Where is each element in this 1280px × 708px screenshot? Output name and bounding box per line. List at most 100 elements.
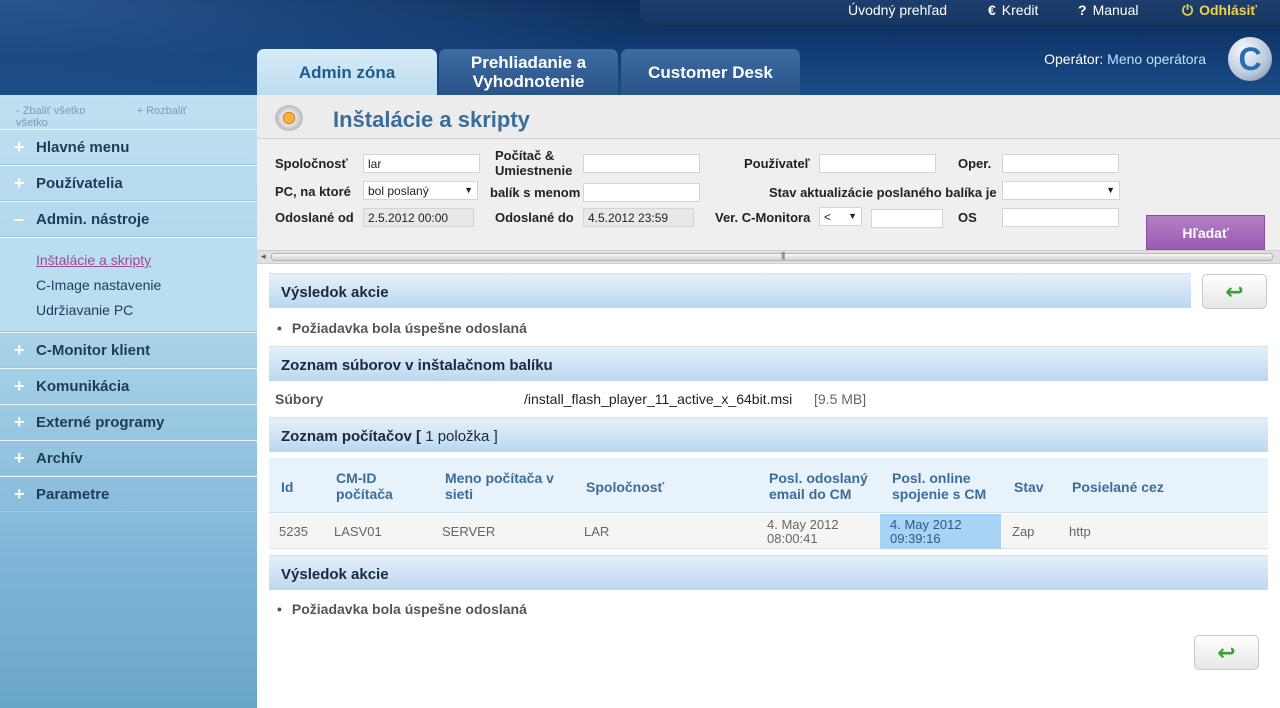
pc-location-input[interactable] bbox=[583, 154, 700, 173]
euro-icon: € bbox=[988, 2, 996, 18]
sidebar-subitem-c-image[interactable]: C-Image nastavenie bbox=[36, 273, 257, 298]
sidebar-item-users[interactable]: + Používatelia bbox=[0, 165, 257, 201]
col-status[interactable]: Stav bbox=[1014, 479, 1044, 495]
search-button[interactable]: Hľadať bbox=[1146, 215, 1265, 250]
back-arrow-icon: ↩ bbox=[1225, 278, 1244, 304]
scrollbar-thumb[interactable]: ||| bbox=[271, 251, 1273, 261]
result-message: Požiadavka bola úspešne odoslaná bbox=[277, 320, 527, 336]
result-message-bottom: Požiadavka bola úspešne odoslaná bbox=[277, 601, 527, 617]
tab-review-evaluation[interactable]: Prehliadanie a Vyhodnotenie bbox=[439, 49, 618, 95]
plus-icon: + bbox=[14, 483, 25, 504]
main-content: Inštalácie a skripty Spoločnosť lar Počí… bbox=[257, 95, 1280, 708]
topnav-credit-link[interactable]: € Kredit bbox=[988, 0, 1038, 22]
sidebar-item-label: Používatelia bbox=[36, 174, 123, 192]
collapse-all-link[interactable]: - Zbaliť všetko bbox=[16, 105, 110, 117]
app-header: Úvodný prehľad € Kredit ? Manual ⏻ Odhlásiť… bbox=[0, 0, 1280, 95]
sidebar-item-label: Externé programy bbox=[36, 413, 165, 431]
sidebar: - Zbaliť všetko + Rozbaliť všetko + Hlavn… bbox=[0, 95, 257, 708]
cmon-version-operator-select[interactable]: < bbox=[819, 207, 862, 226]
plus-icon: + bbox=[14, 339, 25, 360]
files-section-header: Zoznam súborov v inštalačnom balíku bbox=[269, 346, 1268, 381]
computers-count: 1 bbox=[425, 428, 434, 445]
col-cmid[interactable]: CM-ID počítača bbox=[336, 470, 416, 502]
cell-pc-name: SERVER bbox=[442, 524, 496, 539]
plus-icon: + bbox=[14, 411, 25, 432]
page-title: Inštalácie a skripty bbox=[333, 107, 530, 132]
credit-label: Kredit bbox=[1001, 2, 1039, 18]
result-section-header-bottom: Výsledok akcie bbox=[269, 555, 1268, 590]
tab-customer-desk[interactable]: Customer Desk bbox=[621, 49, 800, 95]
pc-which-label: PC, na ktoré bbox=[275, 184, 351, 199]
col-last-online[interactable]: Posl. online spojenie s CM bbox=[892, 470, 1002, 502]
sidebar-item-archive[interactable]: + Archív bbox=[0, 440, 257, 476]
sidebar-item-admin-tools[interactable]: – Admin. nástroje bbox=[0, 201, 257, 237]
plus-icon: + bbox=[14, 375, 25, 396]
company-input[interactable]: lar bbox=[363, 154, 480, 173]
package-input[interactable] bbox=[583, 183, 700, 202]
tab-admin-zone[interactable]: Admin zóna bbox=[257, 49, 437, 95]
sidebar-subitem-pc-maintenance[interactable]: Udržiavanie PC bbox=[36, 298, 257, 323]
sidebar-item-c-monitor-client[interactable]: + C-Monitor klient bbox=[0, 332, 257, 368]
plus-icon: + bbox=[14, 447, 25, 468]
operator-name[interactable]: Meno operátora bbox=[1107, 51, 1206, 67]
grip-icon: ||| bbox=[781, 251, 785, 260]
company-label: Spoločnosť bbox=[275, 156, 348, 171]
col-pc-name[interactable]: Meno počítača v sieti bbox=[445, 470, 570, 502]
pc-which-select[interactable]: bol poslaný bbox=[363, 181, 478, 200]
topnav-manual-link[interactable]: ? Manual bbox=[1078, 0, 1138, 22]
sidebar-tree-controls: - Zbaliť všetko + Rozbaliť všetko bbox=[0, 95, 257, 129]
plus-icon: + bbox=[14, 172, 25, 193]
file-name: /install_flash_player_11_active_x_64bit.… bbox=[524, 391, 793, 407]
back-arrow-icon: ↩ bbox=[1217, 639, 1236, 665]
minus-icon: – bbox=[14, 208, 25, 229]
sidebar-item-parameters[interactable]: + Parametre bbox=[0, 476, 257, 512]
top-nav: Úvodný prehľad € Kredit ? Manual ⏻ Odhlásiť bbox=[640, 0, 1280, 25]
cell-last-email: 4. May 2012 08:00:41 bbox=[767, 517, 839, 546]
cell-cmid: LASV01 bbox=[334, 524, 382, 539]
col-sent-via[interactable]: Posielané cez bbox=[1072, 479, 1164, 495]
filter-panel: Spoločnosť lar Počítač & Umiestnenie Pou… bbox=[257, 139, 1280, 254]
page-title-bar: Inštalácie a skripty bbox=[257, 95, 1280, 139]
sidebar-item-label: C-Monitor klient bbox=[36, 341, 151, 359]
back-button-top[interactable]: ↩ bbox=[1202, 274, 1267, 309]
app-logo: C bbox=[1228, 37, 1272, 81]
col-last-email[interactable]: Posl. odoslaný email do CM bbox=[769, 470, 879, 502]
package-label: balík s menom bbox=[490, 185, 581, 200]
table-row[interactable]: 5235 LASV01 SERVER LAR 4. May 2012 08:00… bbox=[269, 514, 1268, 549]
result-section-header: Výsledok akcie bbox=[269, 273, 1191, 308]
cell-status: Zap bbox=[1012, 524, 1035, 539]
sent-from-input[interactable]: 2.5.2012 00:00 bbox=[363, 208, 474, 227]
sidebar-item-label: Admin. nástroje bbox=[36, 210, 150, 228]
oper-input[interactable] bbox=[1002, 154, 1119, 173]
help-icon: ? bbox=[1078, 2, 1087, 18]
computers-title-prefix: Zoznam počítačov [ bbox=[281, 428, 426, 445]
sidebar-item-communication[interactable]: + Komunikácia bbox=[0, 368, 257, 404]
col-id[interactable]: Id bbox=[281, 479, 293, 495]
sidebar-item-external-programs[interactable]: + Externé programy bbox=[0, 404, 257, 440]
cmon-version-input[interactable] bbox=[871, 209, 943, 228]
sidebar-item-label: Hlavné menu bbox=[36, 138, 130, 156]
sidebar-subitem-installations[interactable]: Inštalácie a skripty bbox=[36, 248, 257, 273]
cell-company: LAR bbox=[584, 524, 610, 539]
filter-horizontal-scrollbar[interactable]: ◂ ||| bbox=[257, 250, 1280, 264]
computers-table-header: Id CM-ID počítača Meno počítača v sieti … bbox=[269, 458, 1268, 513]
update-status-select[interactable] bbox=[1002, 181, 1120, 200]
os-label: OS bbox=[958, 210, 977, 225]
cell-last-online: 4. May 2012 09:39:16 bbox=[890, 517, 962, 546]
col-company[interactable]: Spoločnosť bbox=[586, 479, 664, 495]
back-button-bottom[interactable]: ↩ bbox=[1194, 635, 1259, 670]
oper-label: Oper. bbox=[958, 156, 992, 171]
scroll-left-icon[interactable]: ◂ bbox=[261, 251, 266, 262]
operator-info: Operátor: Meno operátora bbox=[1044, 51, 1206, 67]
cell-sent-via: http bbox=[1069, 524, 1091, 539]
topnav-logout-link[interactable]: ⏻ Odhlásiť bbox=[1182, 0, 1257, 22]
os-input[interactable] bbox=[1002, 208, 1119, 227]
sidebar-item-label: Parametre bbox=[36, 485, 110, 503]
sidebar-item-label: Archív bbox=[36, 449, 83, 467]
topnav-overview-link[interactable]: Úvodný prehľad bbox=[848, 0, 947, 22]
user-input[interactable] bbox=[819, 154, 936, 173]
cmon-version-label: Ver. C-Monitora bbox=[715, 210, 811, 225]
sidebar-item-main-menu[interactable]: + Hlavné menu bbox=[0, 129, 257, 165]
sent-to-input[interactable]: 4.5.2012 23:59 bbox=[583, 208, 694, 227]
update-status-label: Stav aktualizácie poslaného balíka je bbox=[769, 185, 997, 200]
